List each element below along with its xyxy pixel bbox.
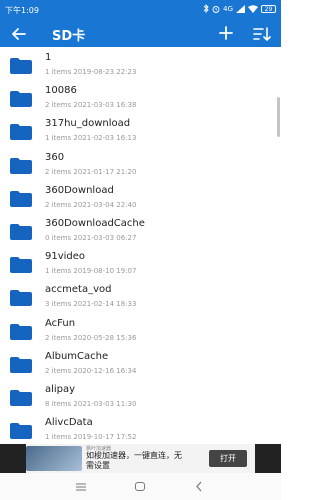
file-name: 91video xyxy=(45,251,86,263)
file-name: alipay xyxy=(45,383,76,395)
file-meta: 2 items 2020-05-28 15:36 xyxy=(45,333,137,342)
alarm-icon xyxy=(212,5,220,13)
file-name: AcFun xyxy=(45,317,76,329)
file-name: AlivcData xyxy=(45,417,93,429)
list-item[interactable]: alipay 8 items 2021-03-03 11:30 xyxy=(0,379,281,412)
signal-icon xyxy=(236,4,245,13)
file-meta: 2 items 2021-03-03 16:38 xyxy=(45,101,137,110)
wifi-icon xyxy=(248,4,258,13)
ad-content[interactable]: 枫叶加速器 如梭加速器，一键直连，无需设置 打开 xyxy=(26,444,255,473)
list-item[interactable]: AlbumCache 2 items 2020-12-16 16:34 xyxy=(0,346,281,379)
file-meta: 1 items 2019-08-23 22:23 xyxy=(45,68,137,76)
list-item[interactable]: 1 1 items 2019-08-23 22:23 xyxy=(0,47,281,80)
home-icon[interactable] xyxy=(135,482,145,491)
list-item[interactable]: AcFun 2 items 2020-05-28 15:36 xyxy=(0,313,281,346)
add-icon[interactable] xyxy=(218,25,234,41)
back-arrow-icon[interactable] xyxy=(10,25,28,43)
folder-icon xyxy=(10,257,32,274)
file-name: 360Download xyxy=(45,184,114,196)
folder-icon xyxy=(10,423,32,440)
file-meta: 1 items 2021-02-03 16:13 xyxy=(45,134,137,143)
file-meta: 0 items 2021-03-03 06:27 xyxy=(45,233,137,242)
ad-thumbnail xyxy=(26,446,82,471)
list-item[interactable]: AlivcData 1 items 2019-10-17 17:52 xyxy=(0,412,281,444)
back-icon[interactable] xyxy=(195,481,203,492)
file-name: 317hu_download xyxy=(45,118,131,130)
folder-icon xyxy=(10,323,32,340)
folder-icon xyxy=(10,290,32,307)
ad-banner[interactable]: 枫叶加速器 如梭加速器，一键直连，无需设置 打开 xyxy=(0,444,281,473)
list-item[interactable]: 10086 2 items 2021-03-03 16:38 xyxy=(0,80,281,113)
folder-icon xyxy=(10,190,32,207)
ad-text: 如梭加速器，一键直连，无需设置 xyxy=(86,451,182,470)
file-meta: 1 items 2019-10-17 17:52 xyxy=(45,433,137,442)
file-meta: 1 items 2019-08-10 19:07 xyxy=(45,267,137,276)
network-label: 4G xyxy=(223,4,233,13)
file-name: accmeta_vod xyxy=(45,284,112,296)
folder-icon xyxy=(10,223,32,240)
page-title: SD卡 xyxy=(52,29,86,44)
folder-icon xyxy=(10,91,32,108)
file-meta: 2 items 2021-03-04 22:40 xyxy=(45,200,137,209)
app-bar: SD卡 xyxy=(0,20,281,47)
folder-icon xyxy=(10,157,32,174)
system-nav-bar xyxy=(0,473,281,500)
battery-indicator: 29 xyxy=(261,4,276,13)
scrollbar[interactable] xyxy=(277,97,280,137)
folder-icon xyxy=(10,124,32,141)
folder-icon xyxy=(10,389,32,406)
file-meta: 3 items 2021-02-14 18:33 xyxy=(45,300,137,309)
file-name: 360 xyxy=(45,151,65,163)
status-bar: 下午1:09 4G 29 xyxy=(0,0,281,20)
file-name: AlbumCache xyxy=(45,350,109,362)
list-item[interactable]: 360 2 items 2021-01-17 21:20 xyxy=(0,147,281,180)
file-name: 1 xyxy=(45,52,52,63)
list-item[interactable]: 360Download 2 items 2021-03-04 22:40 xyxy=(0,180,281,213)
status-icons: 4G 29 xyxy=(203,4,276,13)
file-meta: 2 items 2020-12-16 16:34 xyxy=(45,366,137,375)
file-list: 1 1 items 2019-08-23 22:23 10086 2 items… xyxy=(0,47,281,444)
sort-icon[interactable] xyxy=(253,25,271,43)
folder-icon xyxy=(10,356,32,373)
file-name: 360DownloadCache xyxy=(45,217,145,229)
bluetooth-icon xyxy=(203,4,209,13)
status-time: 下午1:09 xyxy=(5,6,39,15)
file-name: 10086 xyxy=(45,85,77,97)
list-item[interactable]: accmeta_vod 3 items 2021-02-14 18:33 xyxy=(0,279,281,312)
list-item[interactable]: 360DownloadCache 0 items 2021-03-03 06:2… xyxy=(0,213,281,246)
file-meta: 2 items 2021-01-17 21:20 xyxy=(45,167,137,176)
list-item[interactable]: 317hu_download 1 items 2021-02-03 16:13 xyxy=(0,113,281,146)
list-item[interactable]: 91video 1 items 2019-08-10 19:07 xyxy=(0,246,281,279)
ad-open-button[interactable]: 打开 xyxy=(209,450,247,467)
folder-icon xyxy=(10,58,32,74)
file-meta: 8 items 2021-03-03 11:30 xyxy=(45,399,137,408)
menu-icon[interactable] xyxy=(76,483,86,491)
